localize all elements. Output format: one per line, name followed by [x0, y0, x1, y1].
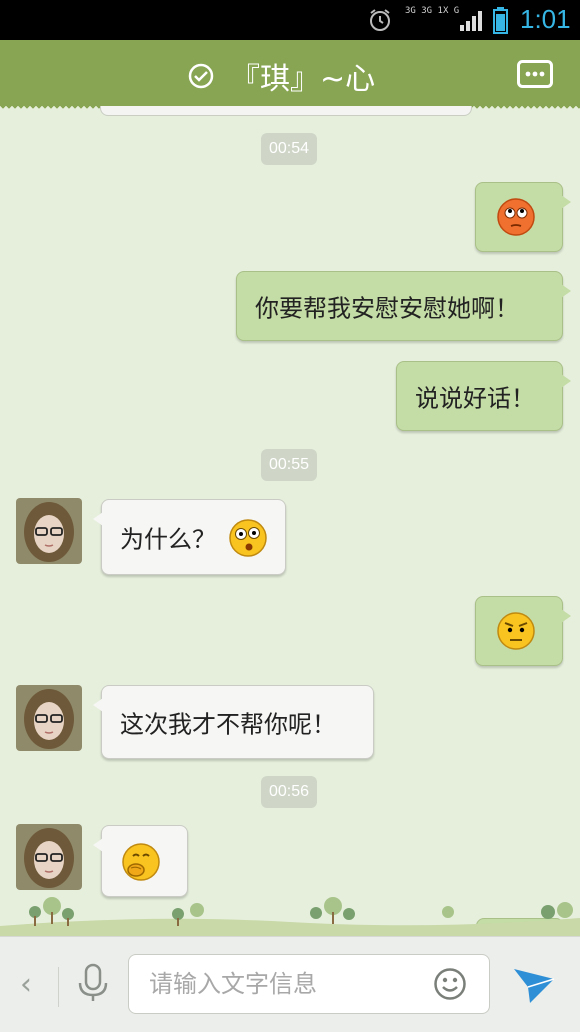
timestamp: 00:54: [261, 133, 318, 165]
message-text: 说说好话！: [415, 384, 535, 413]
contact-avatar[interactable]: [16, 498, 82, 564]
message-bubble-out[interactable]: 你要帮我安慰安慰她啊！: [236, 271, 571, 341]
network-indicator: 3G 3G 1X G: [405, 6, 459, 16]
contact-avatar[interactable]: [16, 685, 82, 751]
avatar-image: [16, 685, 82, 751]
network-label-2: 3G: [421, 6, 433, 16]
message-text: 为什么？: [120, 525, 216, 554]
more-options-icon[interactable]: [517, 60, 553, 88]
message-input[interactable]: [147, 969, 411, 999]
message-bubble-in[interactable]: 这次我才不帮你呢！: [93, 685, 374, 759]
scenery-decoration: [0, 897, 580, 936]
chat-area: 00:54 你要帮我安慰安慰她啊！ 说说好话！ 00:55 为什么？ 这次我才不…: [0, 106, 580, 936]
title-bar: 『琪』~心: [0, 40, 580, 112]
message-bubble-out[interactable]: [475, 596, 571, 666]
confused-emoji: [229, 519, 267, 557]
message-input-field[interactable]: [128, 954, 490, 1014]
contact-avatar[interactable]: [16, 824, 82, 890]
message-bubble-out[interactable]: [475, 182, 571, 252]
signal-icon: [460, 11, 482, 31]
status-bar: 3G 3G 1X G 1:01: [0, 0, 580, 40]
emoji-picker-icon[interactable]: [433, 967, 467, 1001]
rolling-eyes-emoji: [497, 198, 535, 236]
timestamp: 00:55: [261, 449, 318, 481]
status-time: 1:01: [520, 4, 571, 34]
timestamp: 00:56: [261, 776, 318, 808]
chat-title[interactable]: 『琪』~心: [230, 54, 375, 98]
previous-message-bubble[interactable]: [100, 106, 472, 116]
divider: [58, 967, 59, 1007]
message-text: 这次我才不帮你呢！: [120, 710, 336, 739]
microphone-icon[interactable]: [76, 963, 110, 1003]
back-button[interactable]: ‹: [20, 967, 32, 1002]
input-bar: ‹: [0, 936, 580, 1032]
avatar-image: [16, 498, 82, 564]
message-bubble-in[interactable]: 为什么？: [93, 499, 286, 575]
send-icon[interactable]: [510, 963, 558, 1007]
alarm-icon: [370, 9, 390, 31]
avatar-image: [16, 824, 82, 890]
online-check-icon: [188, 63, 214, 89]
battery-icon: [493, 7, 508, 34]
message-bubble-out[interactable]: 说说好话！: [396, 361, 571, 431]
giggle-emoji: [122, 843, 160, 881]
network-label-1: 3G: [405, 6, 416, 16]
message-text: 你要帮我安慰安慰她啊！: [255, 294, 519, 323]
network-label-3: 1X: [437, 6, 449, 16]
annoyed-emoji: [497, 612, 535, 650]
